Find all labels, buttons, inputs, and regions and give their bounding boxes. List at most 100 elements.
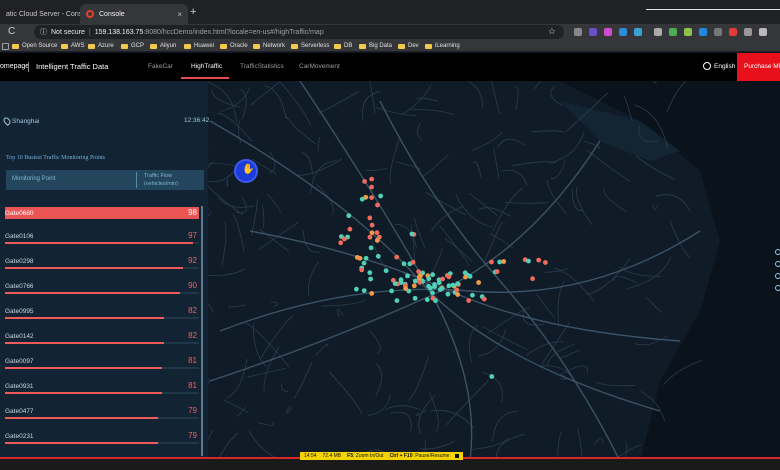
zoom-in-icon[interactable] xyxy=(775,249,780,255)
globe-icon[interactable] xyxy=(703,62,711,70)
road xyxy=(429,392,439,432)
road xyxy=(575,186,593,226)
extension-icon[interactable] xyxy=(589,28,597,36)
table-row[interactable]: Gate0680 98 xyxy=(5,207,199,219)
tab-fakecar[interactable]: FakeCar xyxy=(148,63,173,70)
table-row[interactable]: Gate0477 79 xyxy=(5,405,199,423)
traffic-bar-track xyxy=(5,317,199,319)
road xyxy=(204,182,244,216)
traffic-point xyxy=(394,254,400,260)
tab-title: Console xyxy=(99,10,125,18)
address-bar[interactable]: ⓘ Not secure | 159.138.163.75 :8080/hccD… xyxy=(34,25,564,39)
layers-icon[interactable] xyxy=(775,273,780,279)
traffic-bar-fill xyxy=(5,392,163,394)
new-tab-button[interactable]: + xyxy=(190,7,196,18)
road xyxy=(293,362,313,400)
traffic-point xyxy=(430,290,435,296)
extension-icon[interactable] xyxy=(574,28,582,36)
bookmark-network[interactable]: Network xyxy=(253,41,285,51)
scrollbar[interactable] xyxy=(201,206,203,456)
extension-icon[interactable] xyxy=(714,28,722,36)
tab-hightraffic[interactable]: HighTraffic xyxy=(191,63,222,70)
extension-icon[interactable] xyxy=(684,28,692,36)
bookmark-big-data[interactable]: Big Data xyxy=(359,41,392,51)
road xyxy=(317,136,321,152)
folder-icon xyxy=(425,43,432,49)
gate-name: Gate0106 xyxy=(5,233,34,240)
traffic-value: 81 xyxy=(188,381,197,390)
tab-trafficstatistics[interactable]: TrafficStatistics xyxy=(240,63,284,70)
bookmark-azure[interactable]: Azure xyxy=(88,41,114,51)
hand-pointer-icon: ✋ xyxy=(242,164,255,175)
bookmark-gcp[interactable]: GCP xyxy=(121,41,144,51)
extension-icon[interactable] xyxy=(654,28,662,36)
profile-avatar[interactable] xyxy=(759,28,767,36)
extension-icon[interactable] xyxy=(604,28,612,36)
language-switch[interactable]: English xyxy=(714,63,735,70)
url-path: :8080/hccDemo/index.html?locale=en-us#/h… xyxy=(143,28,324,36)
traffic-point xyxy=(411,283,417,289)
close-icon[interactable]: × xyxy=(177,10,182,19)
bookmark-label: Huawei xyxy=(194,43,215,49)
traffic-point xyxy=(497,259,502,265)
bookmark-aliyun[interactable]: Aliyun xyxy=(150,41,176,51)
reload-button[interactable]: C xyxy=(8,26,15,38)
bookmark-ilearning[interactable]: iLearning xyxy=(425,41,460,51)
road xyxy=(511,161,556,167)
bookmark-label: AWS xyxy=(71,43,85,49)
traffic-bar-fill xyxy=(5,442,159,444)
tab-carmovement[interactable]: CarMovement xyxy=(299,63,340,70)
locate-icon[interactable] xyxy=(775,285,780,291)
browser-tab-1[interactable]: atic Cloud Server - Console × xyxy=(0,4,101,24)
road xyxy=(202,268,245,276)
table-row[interactable]: Gate0106 97 xyxy=(5,230,199,248)
table-row[interactable]: Gate0995 82 xyxy=(5,305,199,323)
browser-tab-2[interactable]: Console × xyxy=(80,4,188,24)
bookmark-db[interactable]: DB xyxy=(334,41,352,51)
apps-shortcut[interactable] xyxy=(2,41,9,51)
folder-icon xyxy=(121,43,128,49)
bookmark-aws[interactable]: AWS xyxy=(61,41,84,51)
traffic-point xyxy=(417,279,423,285)
table-row[interactable]: Gate0931 81 xyxy=(5,380,199,398)
bookmark-serverless[interactable]: Serverless xyxy=(291,41,329,51)
homepage-link[interactable]: omepage xyxy=(0,63,29,70)
table-row[interactable]: Gate0097 81 xyxy=(5,355,199,373)
table-row[interactable]: Gate0298 92 xyxy=(5,255,199,273)
folder-icon xyxy=(253,43,260,49)
table-row[interactable]: Gate0766 90 xyxy=(5,280,199,298)
traffic-point xyxy=(494,269,500,274)
traffic-panel: Shanghai 12:36:42 Top 10 Busiest Traffic… xyxy=(0,81,209,461)
extension-icon[interactable] xyxy=(699,28,707,36)
road xyxy=(321,299,366,307)
traffic-point xyxy=(392,281,398,286)
road xyxy=(281,383,289,392)
extension-icon[interactable] xyxy=(619,28,627,36)
road xyxy=(505,201,548,204)
bookmark-star-icon[interactable]: ☆ xyxy=(548,26,556,37)
traffic-point xyxy=(410,259,416,265)
traffic-bar-fill xyxy=(5,267,184,269)
extension-icon[interactable] xyxy=(634,28,642,36)
road xyxy=(375,107,417,116)
bookmark-oracle[interactable]: Oracle xyxy=(220,41,248,51)
bookmark-open-source[interactable]: Open Source xyxy=(12,41,57,51)
bookmark-dev[interactable]: Dev xyxy=(398,41,419,51)
stop-icon[interactable] xyxy=(455,454,460,458)
bookmark-huawei[interactable]: Huawei xyxy=(184,41,214,51)
road xyxy=(329,372,363,415)
table-header: Monitoring Point Traffic Flow (vehicles/… xyxy=(6,170,204,190)
traffic-bar-fill xyxy=(5,242,194,244)
road xyxy=(558,349,580,359)
extension-icon[interactable] xyxy=(729,28,737,36)
extension-icon[interactable] xyxy=(669,28,677,36)
purchase-button[interactable]: Purchase MR xyxy=(737,53,780,81)
traffic-point xyxy=(383,268,389,274)
zoom-out-icon[interactable] xyxy=(775,261,780,267)
gate-name: Gate0097 xyxy=(5,358,34,365)
extension-icon[interactable] xyxy=(744,28,752,36)
table-row[interactable]: Gate0231 79 xyxy=(5,430,199,448)
table-row[interactable]: Gate0142 82 xyxy=(5,330,199,348)
traffic-point xyxy=(433,298,438,304)
gate-name: Gate0766 xyxy=(5,283,34,290)
